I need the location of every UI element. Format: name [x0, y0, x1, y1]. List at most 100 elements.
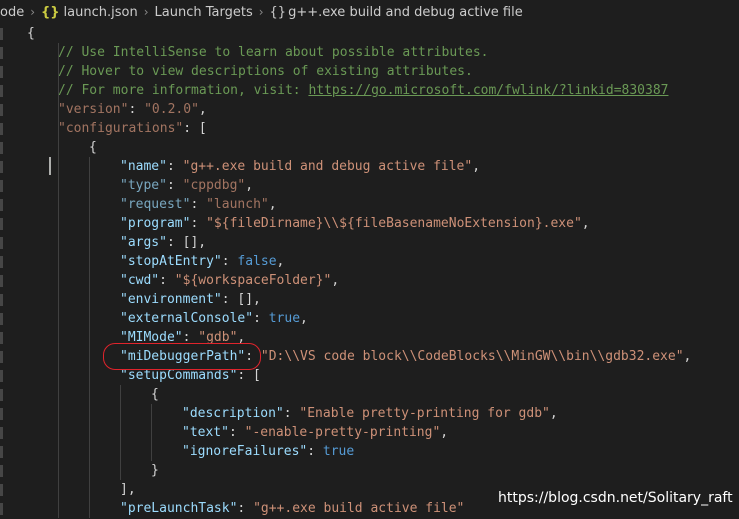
code-token: "args" — [120, 235, 167, 250]
code-line[interactable]: { — [27, 24, 35, 43]
code-token: , — [198, 102, 207, 117]
code-token: "${workspaceFolder}" — [174, 273, 332, 288]
gutter-mark — [0, 408, 3, 420]
code-token: : [ — [237, 368, 261, 383]
gutter-mark — [0, 313, 3, 325]
breadcrumb-item-folder[interactable]: ode — [0, 5, 24, 20]
code-line[interactable]: "environment": [], — [120, 290, 261, 309]
code-token: "setupCommands" — [120, 368, 238, 383]
json-file-icon: {} — [41, 4, 60, 20]
chevron-right-icon: › — [30, 5, 36, 19]
code-line[interactable]: "version": "0.2.0", — [58, 100, 207, 119]
code-token: , — [276, 254, 285, 269]
code-line[interactable]: "ignoreFailures": true — [182, 442, 354, 461]
gutter-mark — [0, 218, 3, 230]
code-line[interactable]: ], — [120, 480, 136, 499]
code-token: : — [307, 444, 323, 459]
watermark: https://blog.csdn.net/Solitary_raft — [498, 490, 733, 506]
code-token: // Use IntelliSense to learn about possi… — [58, 45, 489, 60]
code-line[interactable]: "program": "${fileDirname}\\${fileBasena… — [120, 214, 590, 233]
code-token: : — [128, 102, 145, 117]
gutter-mark — [0, 484, 3, 496]
code-line[interactable]: "preLaunchTask": "g++.exe build active f… — [120, 499, 464, 518]
code-line[interactable]: { — [151, 385, 159, 404]
gutter-mark — [0, 389, 3, 401]
code-token: "externalConsole" — [120, 311, 254, 326]
gutter-mark — [0, 161, 3, 173]
code-token: "request" — [120, 197, 191, 212]
code-token: "cppdbg" — [182, 178, 246, 193]
code-token: } — [151, 463, 159, 478]
code-token: "type" — [120, 178, 167, 193]
breadcrumb-item-launch-targets[interactable]: Launch Targets — [155, 5, 253, 20]
object-icon: {} — [269, 4, 287, 20]
code-line[interactable]: "stopAtEntry": false, — [120, 252, 284, 271]
code-token: true — [322, 444, 355, 459]
code-line[interactable]: "description": "Enable pretty-printing f… — [182, 404, 558, 423]
code-token: , — [683, 349, 692, 364]
gutter-mark — [0, 47, 3, 59]
code-token: : [], — [221, 292, 261, 307]
code-token: "Enable pretty-printing for gdb" — [299, 406, 550, 421]
code-token: , — [440, 425, 449, 440]
code-token: "name" — [120, 159, 167, 174]
code-token: { — [27, 26, 35, 41]
code-token: "ignoreFailures" — [182, 444, 308, 459]
code-token: , — [549, 406, 558, 421]
breadcrumb: ode › {} launch.json › Launch Targets › … — [0, 0, 739, 24]
code-line[interactable]: "configurations": [ — [58, 119, 207, 138]
code-token: : — [190, 216, 207, 231]
code-line[interactable]: { — [89, 138, 97, 157]
code-token: : — [166, 178, 183, 193]
code-token: : — [190, 197, 207, 212]
code-line[interactable]: "externalConsole": true, — [120, 309, 308, 328]
code-token: : — [237, 501, 254, 516]
code-line[interactable]: "text": "-enable-pretty-printing", — [182, 423, 448, 442]
code-token: "g++.exe build active file" — [253, 501, 465, 516]
code-line[interactable]: } — [151, 461, 159, 480]
code-token: { — [89, 140, 97, 155]
indent-guide — [58, 43, 59, 518]
code-token: "version" — [58, 102, 129, 117]
gutter-mark — [0, 294, 3, 306]
annotation-circle — [103, 343, 261, 370]
code-token: "g++.exe build and debug active file" — [182, 159, 473, 174]
code-token: { — [151, 387, 159, 402]
code-token: , — [300, 311, 308, 326]
code-token: ], — [120, 482, 136, 497]
code-token: true — [268, 311, 301, 326]
code-token: : — [221, 254, 238, 269]
code-line[interactable]: // Use IntelliSense to learn about possi… — [58, 43, 488, 62]
code-line[interactable]: "name": "g++.exe build and debug active … — [120, 157, 480, 176]
indent-guide — [151, 404, 152, 461]
gutter-mark — [0, 465, 3, 477]
gutter-mark — [0, 237, 3, 249]
breadcrumb-item-file[interactable]: launch.json — [64, 5, 138, 20]
code-line[interactable]: "cwd": "${workspaceFolder}", — [120, 271, 339, 290]
code-line[interactable]: // For more information, visit: https://… — [58, 81, 668, 100]
code-token: "launch" — [206, 197, 269, 212]
code-token[interactable]: https://go.microsoft.com/fwlink/?linkid=… — [308, 83, 668, 98]
code-line[interactable]: "request": "launch", — [120, 195, 277, 214]
code-line[interactable]: "args": [], — [120, 233, 206, 252]
code-token: : — [159, 273, 175, 288]
code-token: : — [283, 406, 300, 421]
gutter-mark — [0, 142, 3, 154]
gutter-mark — [0, 28, 3, 40]
code-line[interactable]: "type": "cppdbg", — [120, 176, 253, 195]
code-token: : [ — [183, 121, 207, 136]
code-token: , — [581, 216, 590, 231]
code-token: , — [268, 197, 277, 212]
chevron-right-icon: › — [143, 5, 149, 19]
breadcrumb-item-config[interactable]: g++.exe build and debug active file — [288, 5, 523, 20]
gutter-mark — [0, 370, 3, 382]
gutter-mark — [0, 275, 3, 287]
code-token: : — [253, 311, 269, 326]
code-editor[interactable]: { // Use IntelliSense to learn about poss… — [0, 24, 739, 519]
code-token: "preLaunchTask" — [120, 501, 238, 516]
code-token: "text" — [182, 425, 229, 440]
code-token: "program" — [120, 216, 191, 231]
code-line[interactable]: // Hover to view descriptions of existin… — [58, 62, 473, 81]
code-token: "configurations" — [58, 121, 184, 136]
indent-guide — [89, 157, 90, 518]
